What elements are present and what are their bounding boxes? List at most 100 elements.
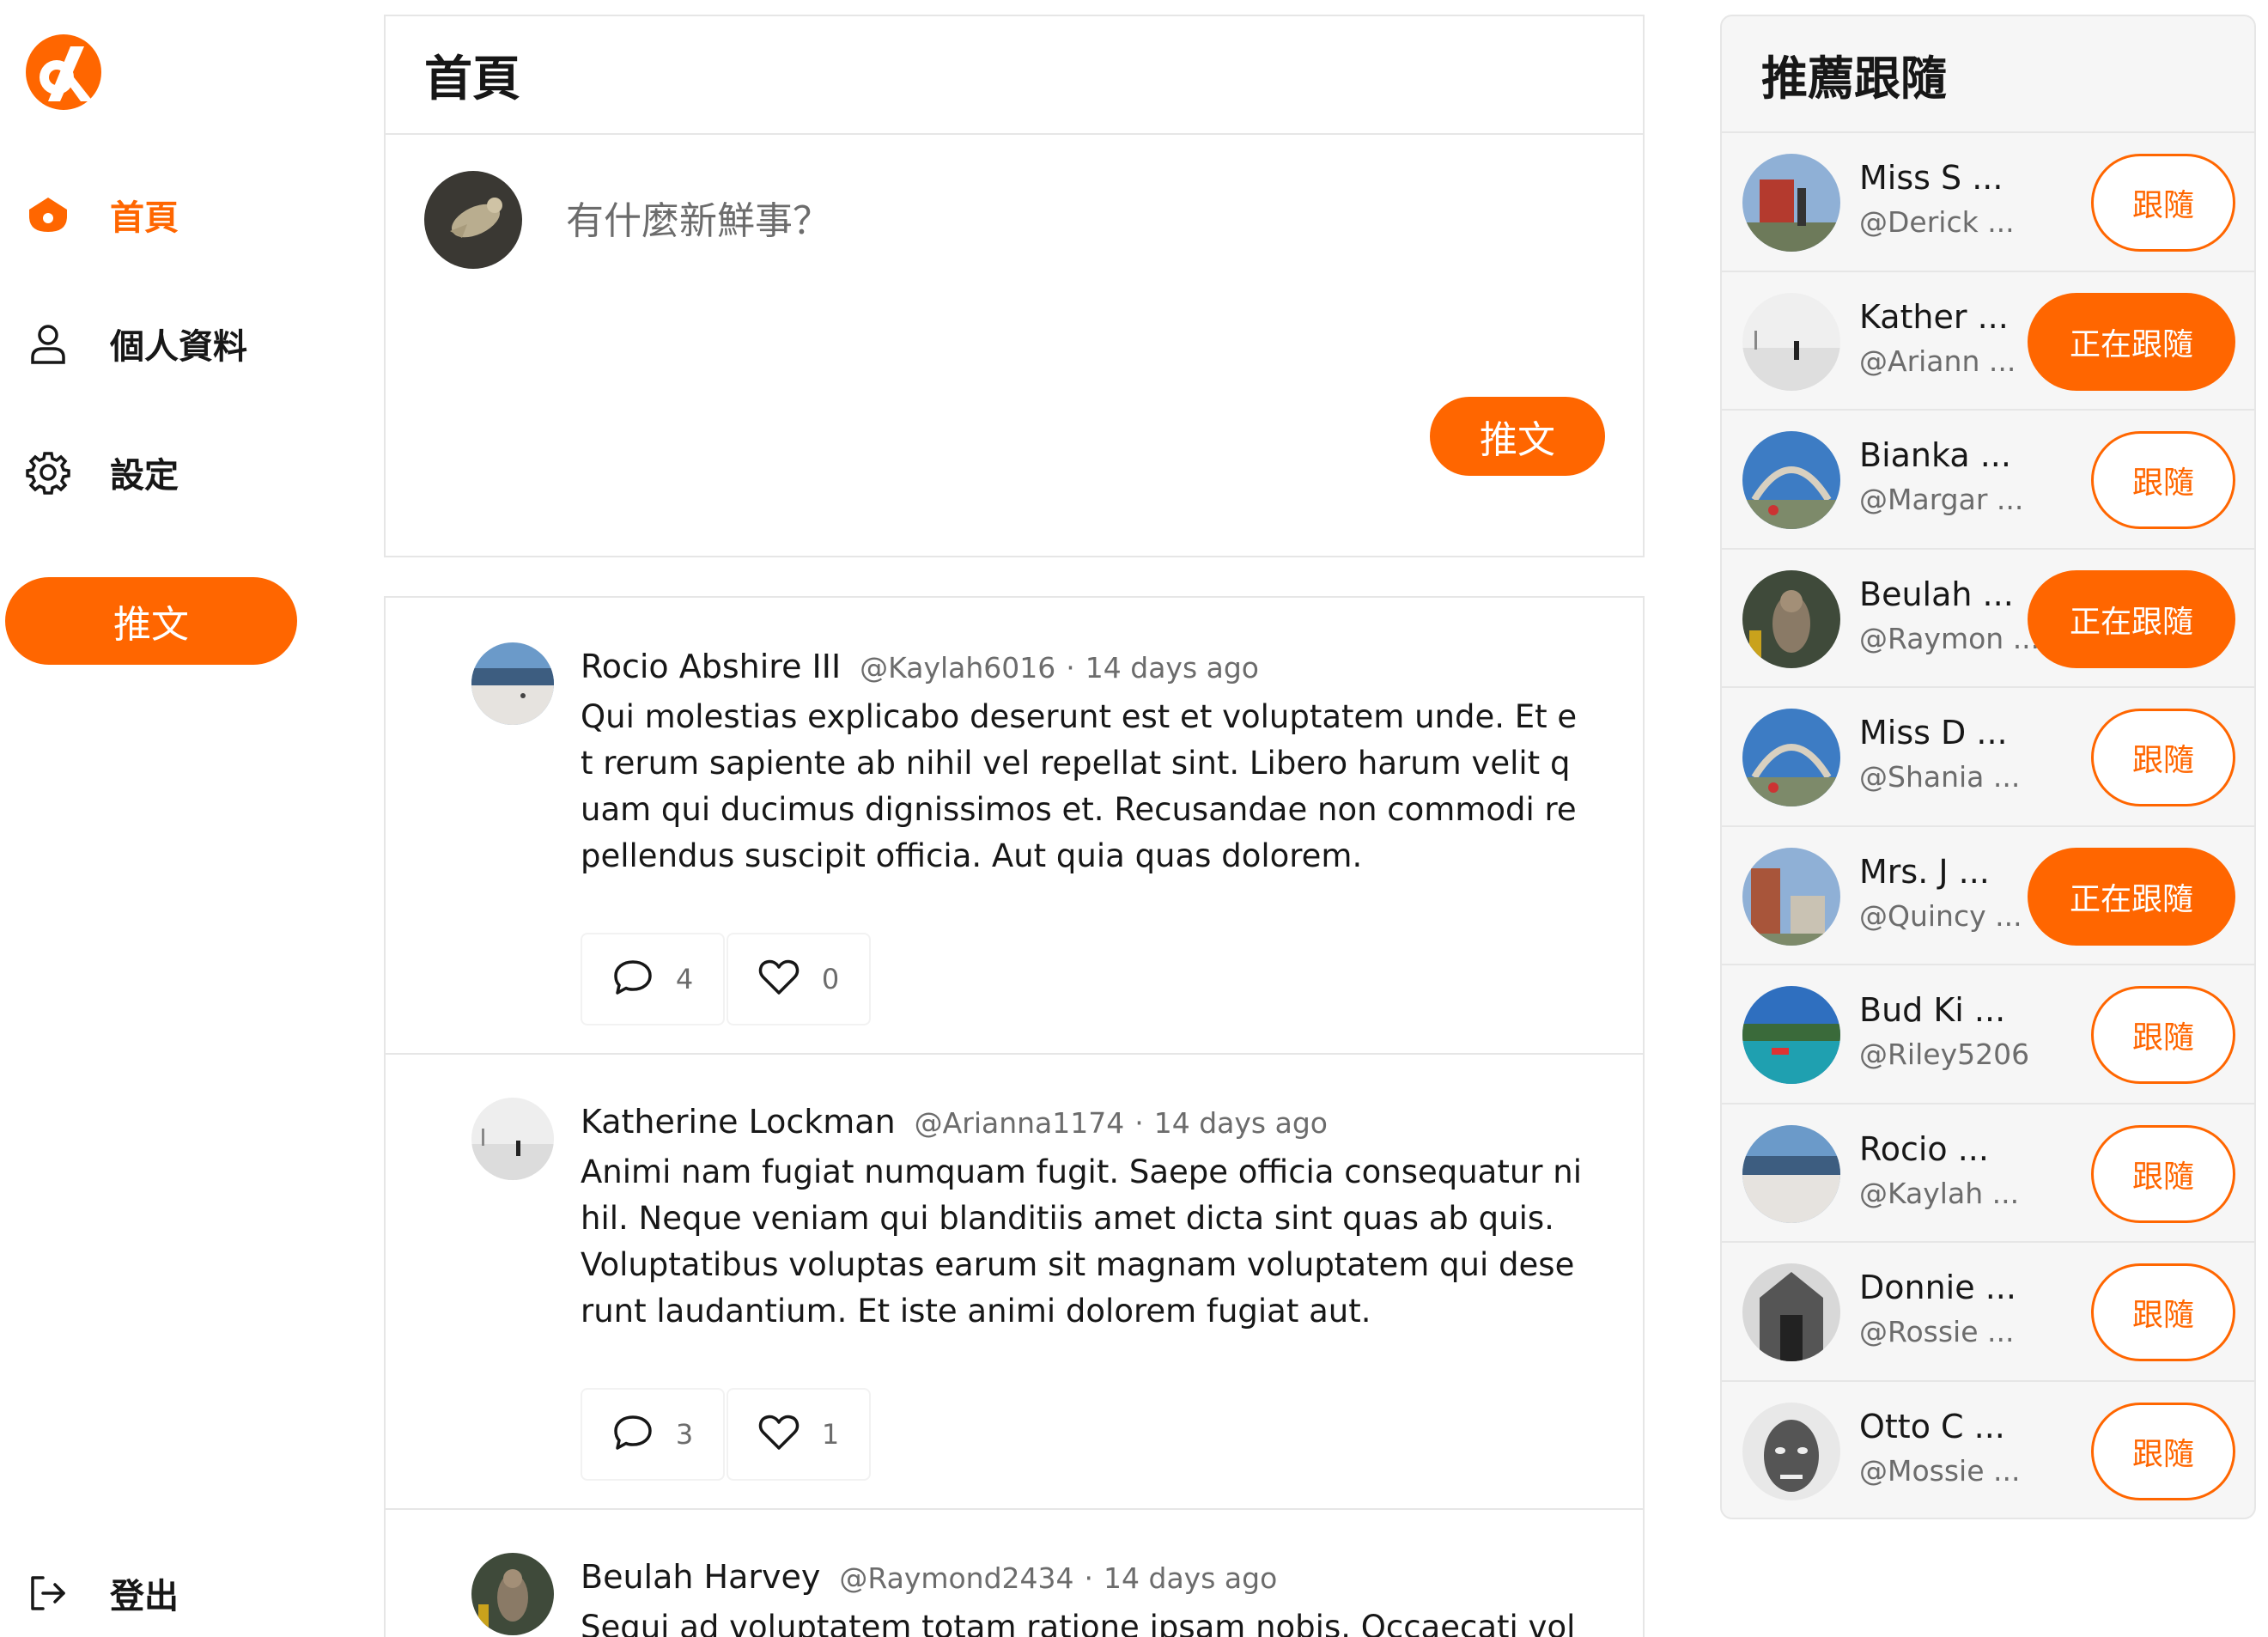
like-button[interactable]: 1 bbox=[727, 1388, 871, 1481]
tweet-header: Rocio Abshire III @Kaylah6016 · 14 days … bbox=[581, 648, 1259, 685]
author-name[interactable]: Katherine Lockman bbox=[581, 1103, 896, 1141]
tweet-header: Katherine Lockman @Arianna1174 · 14 days… bbox=[581, 1103, 1328, 1141]
author-handle[interactable]: @Kaylah6016 bbox=[860, 651, 1055, 685]
author-handle[interactable]: @Arianna1174 bbox=[915, 1106, 1125, 1140]
avatar[interactable] bbox=[1742, 1402, 1840, 1500]
separator-dot: · bbox=[1066, 651, 1075, 685]
user-handle[interactable]: @Derick ... bbox=[1859, 205, 2015, 239]
tweet-body: Sequi ad voluptatem totam ratione ipsam … bbox=[581, 1609, 1576, 1637]
follow-button[interactable]: 跟隨 bbox=[2091, 431, 2235, 529]
follow-button[interactable]: 跟隨 bbox=[2091, 1402, 2235, 1500]
follow-button[interactable]: 跟隨 bbox=[2091, 1124, 2235, 1223]
reply-button[interactable]: 4 bbox=[581, 933, 725, 1025]
logout-button[interactable]: 登出 bbox=[24, 1563, 179, 1623]
avatar[interactable] bbox=[1742, 847, 1840, 946]
recommendation-item: Kather ... @Ariann ... 正在跟隨 bbox=[1722, 272, 2254, 411]
user-name[interactable]: Bianka ... bbox=[1859, 436, 2011, 474]
reply-count: 3 bbox=[675, 1418, 694, 1451]
follow-button[interactable]: 跟隨 bbox=[2091, 1263, 2235, 1361]
separator-dot: · bbox=[1134, 1106, 1144, 1140]
nav-item-settings[interactable]: 設定 bbox=[24, 442, 179, 502]
user-handle[interactable]: @Riley5206 bbox=[1859, 1038, 2029, 1071]
user-name[interactable]: Mrs. J ... bbox=[1859, 853, 1990, 891]
user-name[interactable]: Beulah ... bbox=[1859, 575, 2014, 613]
tweet-body: Qui molestias explicabo deserunt est et … bbox=[581, 698, 1578, 874]
logout-label: 登出 bbox=[110, 1577, 179, 1616]
user-name[interactable]: Miss S ... bbox=[1859, 159, 2003, 197]
avatar[interactable] bbox=[1742, 986, 1840, 1084]
avatar[interactable] bbox=[471, 1098, 554, 1180]
recommended-follows: 推薦跟隨 Miss S ... @Derick ... 跟隨 Kather ..… bbox=[1720, 15, 2256, 1519]
tweet-time: 14 days ago bbox=[1085, 651, 1259, 685]
avatar[interactable] bbox=[471, 642, 554, 725]
avatar[interactable] bbox=[1742, 709, 1840, 806]
tweet-composer: 推文 bbox=[384, 133, 1645, 557]
page-title: 首頁 bbox=[424, 52, 520, 107]
user-name[interactable]: Rocio ... bbox=[1859, 1130, 1989, 1168]
user-name[interactable]: Donnie ... bbox=[1859, 1269, 2016, 1306]
author-name[interactable]: Beulah Harvey bbox=[581, 1558, 820, 1596]
user-handle[interactable]: @Raymon ... bbox=[1859, 622, 2040, 655]
avatar[interactable] bbox=[1742, 431, 1840, 529]
tweet-card[interactable]: Rocio Abshire III @Kaylah6016 · 14 days … bbox=[386, 598, 1643, 1055]
nav-label: 設定 bbox=[110, 456, 179, 496]
tweet-actions: 3 1 bbox=[581, 1388, 873, 1481]
author-name[interactable]: Rocio Abshire III bbox=[581, 648, 841, 685]
recommendation-item: Beulah ... @Raymon ... 正在跟隨 bbox=[1722, 550, 2254, 688]
user-handle[interactable]: @Quincy ... bbox=[1859, 899, 2022, 933]
like-count: 0 bbox=[821, 963, 840, 995]
avatar[interactable] bbox=[471, 1553, 554, 1635]
app-logo[interactable] bbox=[21, 29, 106, 115]
sidebar-tweet-button[interactable]: 推文 bbox=[5, 577, 297, 665]
avatar[interactable] bbox=[424, 171, 522, 269]
reply-button[interactable]: 3 bbox=[581, 1388, 725, 1481]
following-button[interactable]: 正在跟隨 bbox=[2028, 569, 2235, 668]
user-handle[interactable]: @Margar ... bbox=[1859, 483, 2023, 516]
following-button[interactable]: 正在跟隨 bbox=[2028, 847, 2235, 946]
recommendation-item: Miss D ... @Shania ... 跟隨 bbox=[1722, 688, 2254, 827]
user-handle[interactable]: @Shania ... bbox=[1859, 760, 2020, 794]
user-name[interactable]: Bud Ki ... bbox=[1859, 991, 2005, 1029]
follow-button[interactable]: 跟隨 bbox=[2091, 986, 2235, 1084]
user-handle[interactable]: @Mossie ... bbox=[1859, 1454, 2020, 1488]
comment-icon bbox=[612, 958, 654, 1000]
heart-icon bbox=[758, 1414, 800, 1455]
main-column: 首頁 推文 Rocio Abshire III @Kaylah6016 · 14… bbox=[384, 15, 1645, 1637]
logout-icon bbox=[24, 1569, 72, 1617]
post-button[interactable]: 推文 bbox=[1430, 397, 1605, 476]
user-handle[interactable]: @Ariann ... bbox=[1859, 344, 2016, 378]
follow-button[interactable]: 跟隨 bbox=[2091, 154, 2235, 252]
user-icon bbox=[24, 319, 72, 368]
author-handle[interactable]: @Raymond2434 bbox=[839, 1561, 1073, 1595]
recommendation-item: Bianka ... @Margar ... 跟隨 bbox=[1722, 411, 2254, 550]
reply-count: 4 bbox=[675, 963, 694, 995]
avatar[interactable] bbox=[1742, 1263, 1840, 1361]
user-handle[interactable]: @Kaylah ... bbox=[1859, 1177, 2019, 1210]
avatar[interactable] bbox=[1742, 292, 1840, 391]
nav-item-home[interactable]: 首頁 bbox=[24, 185, 179, 245]
following-button[interactable]: 正在跟隨 bbox=[2028, 292, 2235, 391]
avatar[interactable] bbox=[1742, 154, 1840, 252]
compose-input[interactable] bbox=[566, 186, 1596, 255]
user-name[interactable]: Otto C ... bbox=[1859, 1408, 2005, 1445]
tweet-time: 14 days ago bbox=[1104, 1561, 1278, 1595]
user-handle[interactable]: @Rossie ... bbox=[1859, 1315, 2014, 1348]
home-icon bbox=[24, 191, 72, 239]
page-header: 首頁 bbox=[384, 15, 1645, 135]
tweet-body: Animi nam fugiat numquam fugit. Saepe of… bbox=[581, 1153, 1583, 1330]
avatar[interactable] bbox=[1742, 569, 1840, 668]
tweet-card[interactable]: Beulah Harvey @Raymond2434 · 14 days ago… bbox=[386, 1508, 1643, 1637]
like-button[interactable]: 0 bbox=[727, 933, 871, 1025]
nav-item-profile[interactable]: 個人資料 bbox=[24, 313, 247, 374]
tweet-header: Beulah Harvey @Raymond2434 · 14 days ago bbox=[581, 1558, 1277, 1596]
nav-label: 個人資料 bbox=[110, 327, 247, 367]
user-name[interactable]: Miss D ... bbox=[1859, 714, 2008, 752]
follow-button[interactable]: 跟隨 bbox=[2091, 709, 2235, 806]
like-count: 1 bbox=[821, 1418, 840, 1451]
avatar[interactable] bbox=[1742, 1124, 1840, 1223]
user-name[interactable]: Kather ... bbox=[1859, 298, 2009, 336]
recommendation-item: Otto C ... @Mossie ... 跟隨 bbox=[1722, 1382, 2254, 1518]
tweet-card[interactable]: Katherine Lockman @Arianna1174 · 14 days… bbox=[386, 1053, 1643, 1510]
heart-icon bbox=[758, 958, 800, 1000]
recommendation-item: Rocio ... @Kaylah ... 跟隨 bbox=[1722, 1105, 2254, 1243]
